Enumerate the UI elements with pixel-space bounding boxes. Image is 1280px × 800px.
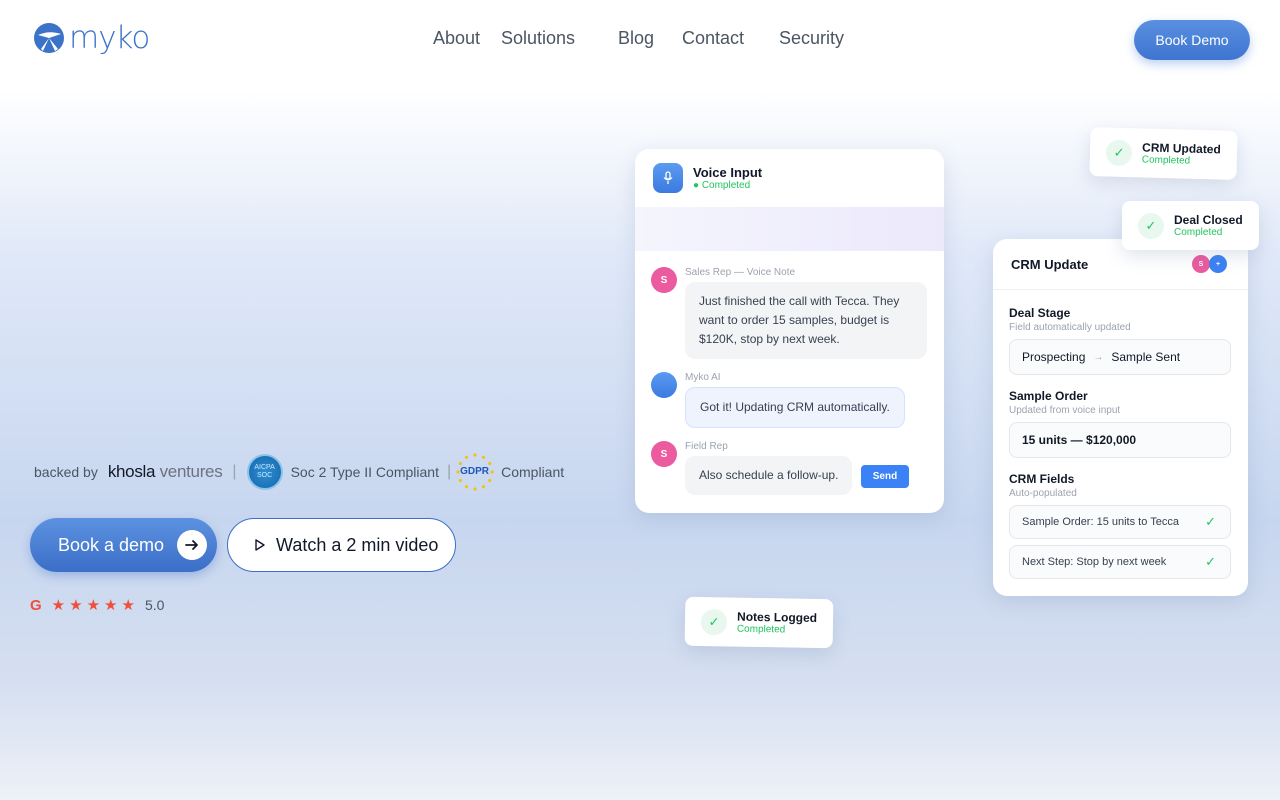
book-a-demo-button[interactable]: Book a demo [30,518,217,572]
crm-fields-sub: Auto-populated [1009,488,1077,499]
voice-input-title: Voice Input [693,165,763,180]
check-icon: ✓ [1205,514,1216,529]
watch-video-label: Watch a 2 min video [276,534,439,555]
message-bubble: Also schedule a follow-up. [685,456,853,495]
voice-input-status: ● Completed [693,180,751,191]
toast-status: Completed [736,623,786,636]
gdpr-badge-text: GDPR [460,466,490,477]
send-button[interactable]: Send [861,465,909,488]
toast-status: Completed [1141,154,1191,167]
message-bubble: Just finished the call with Tecca. They … [685,282,927,359]
book-demo-button[interactable]: Book Demo [1134,20,1250,60]
arrow-right-icon [177,530,207,560]
book-a-demo-label: Book a demo [58,534,165,555]
notes-logged-toast: ✓ Notes Logged Completed [684,596,834,649]
message-bubble: Got it! Updating CRM automatically. [685,387,905,428]
nav-item-blog[interactable]: Blog [618,28,654,49]
gdpr-badge: GDPR [455,452,495,492]
deal-stage-sub: Field automatically updated [1009,322,1131,333]
sample-order-title: Sample Order [1009,389,1088,403]
avatar: S [1192,255,1210,273]
avatar: + [1209,255,1227,273]
chat-message: S Field Rep Also schedule a follow-up. [651,441,853,495]
deal-stage-title: Deal Stage [1009,306,1071,320]
nav-item-security[interactable]: Security [779,28,844,49]
deal-closed-toast: ✓ Deal Closed Completed [1122,201,1259,250]
rating-score: 5.0 [144,597,165,613]
toast-title: Notes Logged [736,609,818,626]
crm-field-row: Next Step: Stop by next week ✓ [1009,545,1231,579]
message-sender: Sales Rep — Voice Note [685,267,796,278]
voice-input-header: Voice Input ● Completed [635,149,944,207]
message-sender: Field Rep [685,441,728,452]
check-icon: ✓ [1205,554,1216,569]
main-menu: About Solutions Blog Contact Security [0,28,1280,52]
chat-message: Myko AI Got it! Updating CRM automatical… [651,372,905,428]
waveform-band [635,207,944,251]
soc2-label: Soc 2 Type II Compliant [290,464,439,480]
ventures-logo-word: ventures [159,462,223,481]
avatar: S [651,267,677,293]
sample-order-field: 15 units — $120,000 [1009,422,1231,458]
check-icon: ✓ [1138,212,1164,239]
star-icon: ★ [121,597,135,614]
deal-stage-section: Deal Stage Field automatically updated P… [1009,306,1231,375]
divider: | [232,463,237,480]
khosla-ventures-logo: khosla ventures [108,462,223,482]
soc-badge-text: SOC [256,472,273,479]
aicpa-badge-text: AICPA [254,464,275,471]
divider: | [446,463,452,480]
crm-field-row: Sample Order: 15 units to Tecca ✓ [1009,505,1231,539]
crm-field-text: Next Step: Stop by next week [1022,556,1167,568]
star-icon: ★ [69,597,83,614]
star-icon: ★ [51,597,66,614]
khosla-logo-word: khosla [107,462,156,481]
trust-badges: backed by khosla ventures | AICPA SOC So… [34,452,565,492]
gdpr-label: Compliant [501,464,565,480]
g2-rating: G ★ ★ ★ ★ ★ 5.0 [30,596,165,615]
toast-title: Deal Closed [1174,213,1243,227]
crm-fields-section: CRM Fields Auto-populated Sample Order: … [1009,472,1231,579]
check-icon: ✓ [700,608,728,635]
star-icon: ★ [104,597,118,614]
watch-video-button[interactable]: Watch a 2 min video [227,518,456,572]
avatar: S [651,441,677,467]
crm-update-card: CRM Update S + Deal Stage Field automati… [993,239,1248,596]
sample-order-value: 15 units — $120,000 [1022,433,1137,447]
deal-stage-field: Prospecting → Sample Sent [1009,339,1231,375]
deal-stage-from: Prospecting [1022,350,1086,364]
crm-update-title: CRM Update [1011,256,1089,272]
star-icon: ★ [86,597,101,614]
deal-stage-to: Sample Sent [1111,350,1181,364]
top-nav: myko About Solutions Blog Contact Securi… [0,0,1280,80]
toast-status: Completed [1174,227,1223,238]
backed-by-label: backed by [34,464,98,480]
g2-logo-icon: G [30,596,42,614]
nav-item-solutions[interactable]: Solutions [501,28,575,49]
voice-input-card: Voice Input ● Completed S Sales Rep — Vo… [635,149,944,513]
sample-order-section: Sample Order Updated from voice input 15… [1009,389,1231,458]
ai-avatar [651,372,677,398]
check-icon: ✓ [1105,138,1133,166]
crm-fields-title: CRM Fields [1009,472,1075,486]
crm-field-text: Sample Order: 15 units to Tecca [1022,516,1179,528]
chat-message: S Sales Rep — Voice Note Just finished t… [651,267,927,359]
nav-item-contact[interactable]: Contact [682,28,744,49]
crm-updated-toast: ✓ CRM Updated Completed [1089,127,1238,180]
play-icon [255,539,265,551]
message-sender: Myko AI [685,372,721,383]
sample-order-sub: Updated from voice input [1009,405,1121,416]
arrow-right-icon: → [1093,351,1104,363]
aicpa-soc-badge: AICPA SOC [246,454,283,490]
microphone-icon [653,163,683,193]
nav-item-about[interactable]: About [433,28,480,49]
